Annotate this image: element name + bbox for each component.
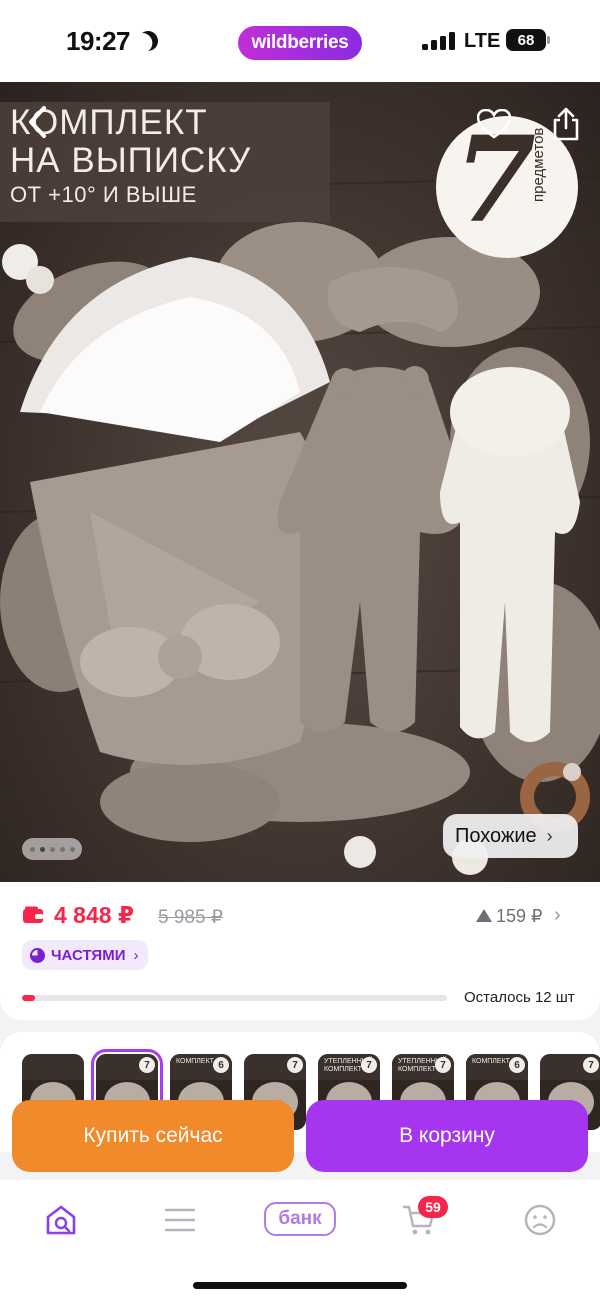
product-screen: 19:27 wildberries LTE 68 КОМПЛЕКТ НА ВЫП…: [0, 0, 600, 1300]
variant-count: 7: [287, 1057, 303, 1073]
pager-dot: [59, 846, 65, 852]
pager-dot: [39, 846, 45, 852]
image-pager[interactable]: [22, 838, 82, 860]
badge-text: предметов: [530, 127, 547, 202]
pager-dot: [49, 846, 55, 852]
bottom-nav: банк 59: [0, 1180, 600, 1300]
stock-progress-fill: [22, 995, 35, 1001]
brand-logo-text: wildberries: [251, 32, 349, 53]
battery-level: 68: [517, 31, 535, 49]
similar-label: Похожие: [455, 824, 537, 847]
hero-headline-line2: НА ВЫПИСКУ: [10, 141, 252, 180]
variant-count: 6: [509, 1057, 525, 1073]
status-bar: 19:27 wildberries LTE 68: [0, 0, 600, 82]
price-change[interactable]: 159 ₽: [476, 906, 543, 927]
installments-label: ЧАСТЯМИ: [51, 946, 126, 964]
cart-count: 59: [425, 1199, 441, 1215]
pie-icon: [30, 947, 45, 963]
price-change-value: 159 ₽: [496, 906, 543, 926]
stock-label: Осталось 12 шт: [464, 989, 575, 1006]
battery-tip: [547, 36, 550, 44]
battery-icon: 68: [506, 29, 546, 51]
current-price: 4 848 ₽: [54, 902, 134, 928]
moon-icon: [135, 28, 161, 54]
hero-headline-line3: ОТ +10° И ВЫШЕ: [10, 182, 197, 207]
buy-now-label: Купить сейчас: [83, 1124, 223, 1147]
home-search-icon: [46, 1205, 76, 1235]
chevron-right-icon: ›: [133, 946, 139, 964]
nav-catalog[interactable]: [155, 1198, 205, 1242]
variant-count: 7: [435, 1057, 451, 1073]
share-icon[interactable]: [546, 104, 586, 144]
variant-header: [22, 1054, 84, 1080]
add-to-cart-label: В корзину: [399, 1124, 495, 1147]
product-image[interactable]: КОМПЛЕКТ НА ВЫПИСКУ ОТ +10° И ВЫШЕ 7 пре…: [0, 82, 600, 882]
price-card: 4 848 ₽ 5 985 ₽ 159 ₽ › ЧАСТЯМИ › Остало…: [0, 882, 600, 1020]
variant-text: КОМПЛЕКТ: [472, 1058, 510, 1065]
network-label: LTE: [464, 30, 501, 52]
chevron-right-icon: ›: [546, 825, 553, 846]
signal-icon: [422, 32, 456, 50]
menu-icon: [164, 1208, 196, 1232]
nav-home[interactable]: [36, 1198, 86, 1242]
installments-button[interactable]: ЧАСТЯМИ ›: [22, 940, 149, 970]
pager-dot: [69, 846, 75, 852]
nav-profile[interactable]: [515, 1198, 565, 1242]
brand-logo[interactable]: wildberries: [238, 26, 362, 60]
profile-icon: [524, 1204, 556, 1236]
pager-dot: [29, 846, 35, 852]
variant-count: 7: [583, 1057, 599, 1073]
add-to-cart-button[interactable]: В корзину: [306, 1100, 588, 1172]
stock-progress-bar: [22, 995, 447, 1001]
back-icon[interactable]: [18, 102, 58, 142]
variant-count: 6: [213, 1057, 229, 1073]
variant-count: 7: [361, 1057, 377, 1073]
wallet-icon: [23, 906, 43, 923]
price-up-icon: [476, 909, 492, 922]
variant-count: 7: [139, 1057, 155, 1073]
similar-button[interactable]: Похожие ›: [443, 814, 578, 858]
action-bar: Купить сейчас В корзину: [0, 1090, 600, 1190]
home-indicator: [193, 1282, 407, 1289]
old-price: 5 985 ₽: [158, 907, 223, 928]
variant-text: КОМПЛЕКТ: [176, 1058, 214, 1065]
bank-label: банк: [278, 1208, 322, 1229]
buy-now-button[interactable]: Купить сейчас: [12, 1100, 294, 1172]
favorite-heart-icon[interactable]: [474, 104, 514, 144]
nav-bank[interactable]: банк: [264, 1202, 336, 1236]
chevron-right-icon[interactable]: ›: [554, 904, 561, 927]
status-time: 19:27: [66, 26, 131, 56]
cart-count-badge: 59: [418, 1196, 448, 1218]
